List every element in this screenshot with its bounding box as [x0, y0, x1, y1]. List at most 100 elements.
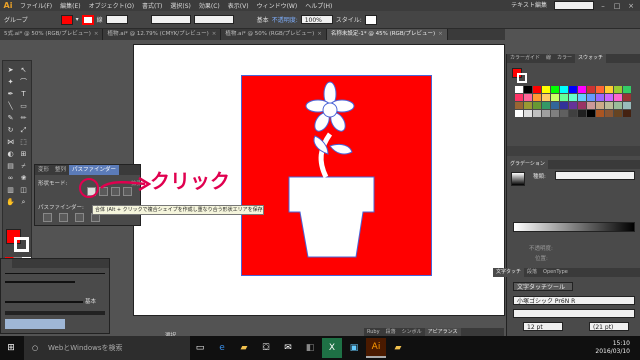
photos-icon[interactable]: ▣: [344, 338, 364, 358]
swatch-cell[interactable]: [560, 110, 568, 117]
file-explorer-icon[interactable]: ▰: [234, 338, 254, 358]
gradient-type-select[interactable]: [555, 171, 635, 180]
trim-button[interactable]: [59, 213, 68, 222]
tab-gradient[interactable]: グラデーション: [507, 160, 548, 169]
swatch-cell[interactable]: [623, 102, 631, 109]
tab-color-guide[interactable]: カラーガイド: [507, 54, 543, 63]
tab-stroke[interactable]: 線: [543, 54, 554, 63]
swatch-cell[interactable]: [623, 86, 631, 93]
opacity-field[interactable]: 100%: [300, 15, 333, 24]
swatch-cell[interactable]: [542, 94, 550, 101]
swatch-cell[interactable]: [587, 94, 595, 101]
brush-stroke-1[interactable]: [5, 273, 105, 274]
swatch-cell[interactable]: [605, 86, 613, 93]
folder-icon[interactable]: ▰: [388, 338, 408, 358]
red-square-artwork[interactable]: [241, 75, 432, 276]
edge-icon[interactable]: e: [212, 338, 232, 358]
type-tool-icon[interactable]: T: [18, 89, 29, 100]
brush-selected-stroke[interactable]: [5, 319, 65, 329]
gradient-preview[interactable]: [511, 172, 525, 186]
width-tool-icon[interactable]: ⋈: [5, 137, 16, 148]
swatch-cell[interactable]: [533, 94, 541, 101]
swatch-cell[interactable]: [578, 94, 586, 101]
swatch-cell[interactable]: [569, 94, 577, 101]
font-size-field[interactable]: 12 pt: [523, 322, 563, 331]
doc-tab-2[interactable]: 植物.ai* @ 12.79% (CMYK/プレビュー) ×: [103, 29, 222, 40]
tab-paragraph-style[interactable]: 段落: [383, 328, 399, 336]
menu-effect[interactable]: 効果(C): [195, 1, 224, 10]
swatch-cell[interactable]: [515, 94, 523, 101]
swatch-cell[interactable]: [560, 102, 568, 109]
brush-stroke-3[interactable]: [5, 301, 83, 303]
menu-window[interactable]: ウィンドウ(W): [253, 1, 302, 10]
swatch-cell[interactable]: [524, 86, 532, 93]
close-icon[interactable]: ×: [94, 29, 99, 40]
gradient-slider[interactable]: [513, 222, 635, 232]
swatch-cell[interactable]: [605, 102, 613, 109]
tab-color[interactable]: カラー: [554, 54, 575, 63]
swatch-cell[interactable]: [524, 110, 532, 117]
swatch-cell[interactable]: [542, 102, 550, 109]
swatch-cell[interactable]: [578, 102, 586, 109]
chevron-down-icon[interactable]: ▾: [76, 16, 79, 23]
swatch-cell[interactable]: [614, 86, 622, 93]
swatch-cell[interactable]: [569, 86, 577, 93]
excel-icon[interactable]: X: [322, 338, 342, 358]
swatch-cell[interactable]: [614, 102, 622, 109]
direct-selection-tool-icon[interactable]: ↖: [18, 65, 29, 76]
swatch-cell[interactable]: [569, 102, 577, 109]
swatch-cell[interactable]: [551, 94, 559, 101]
symbol-sprayer-icon[interactable]: ❀: [18, 173, 29, 184]
merge-button[interactable]: [75, 213, 84, 222]
swatch-cell[interactable]: [569, 110, 577, 117]
tab-opentype[interactable]: OpenType: [540, 268, 571, 277]
swatch-cell[interactable]: [605, 94, 613, 101]
close-icon[interactable]: ×: [438, 29, 443, 40]
menu-object[interactable]: オブジェクト(O): [85, 1, 138, 10]
swatch-cell[interactable]: [578, 110, 586, 117]
selection-tool-icon[interactable]: ➤: [5, 65, 16, 76]
menu-type[interactable]: 書式(T): [138, 1, 166, 10]
swatch-cell[interactable]: [551, 102, 559, 109]
shape-builder-icon[interactable]: ◐: [5, 149, 16, 160]
workspace-switcher[interactable]: テキスト編集: [508, 1, 550, 10]
swatch-cell[interactable]: [623, 94, 631, 101]
stroke-weight-field[interactable]: [105, 15, 128, 24]
lasso-icon[interactable]: ⌒: [18, 77, 29, 88]
font-family-select[interactable]: 小塚ゴシック Pr6N R: [513, 296, 635, 305]
swatch-stroke-preview[interactable]: [517, 73, 527, 83]
maximize-icon[interactable]: □: [612, 2, 622, 10]
store-icon[interactable]: ⛋: [256, 338, 276, 358]
menu-view[interactable]: 表示(V): [224, 1, 253, 10]
zoom-tool-icon[interactable]: ⌕: [18, 197, 29, 208]
rectangle-tool-icon[interactable]: ▭: [18, 101, 29, 112]
search-stock-field[interactable]: [554, 1, 594, 10]
stroke-color-box[interactable]: [14, 237, 29, 252]
swatch-cell[interactable]: [524, 102, 532, 109]
swatch-cell[interactable]: [596, 102, 604, 109]
swatch-cell[interactable]: [542, 110, 550, 117]
swatch-cell[interactable]: [587, 86, 595, 93]
swatch-cell[interactable]: [533, 102, 541, 109]
doc-tab-1[interactable]: 5式.ai* @ 50% (RGB/プレビュー) ×: [0, 29, 104, 40]
swatch-cell[interactable]: [560, 94, 568, 101]
free-transform-icon[interactable]: ⬚: [18, 137, 29, 148]
swatch-cell[interactable]: [578, 86, 586, 93]
font-style-select[interactable]: [513, 309, 635, 318]
app-icon[interactable]: ◧: [300, 338, 320, 358]
tab-appearance[interactable]: アピアランス: [424, 328, 461, 336]
swatch-cell[interactable]: [560, 86, 568, 93]
swatch-cell[interactable]: [533, 110, 541, 117]
close-icon[interactable]: ×: [212, 29, 217, 40]
scale-tool-icon[interactable]: ⤢: [18, 125, 29, 136]
swatch-cell[interactable]: [533, 86, 541, 93]
brush-field[interactable]: [193, 15, 234, 24]
taskbar-search[interactable]: ○ WebとWindowsを検索: [24, 336, 190, 360]
graph-tool-icon[interactable]: ▥: [5, 185, 16, 196]
tab-swatches[interactable]: スウォッチ: [575, 54, 607, 63]
pencil-tool-icon[interactable]: ✏: [18, 113, 29, 124]
style-swatch[interactable]: [364, 14, 377, 25]
swatch-cell[interactable]: [614, 110, 622, 117]
swatch-cell[interactable]: [596, 110, 604, 117]
touch-type-tool-button[interactable]: 文字タッチツール: [513, 282, 573, 291]
